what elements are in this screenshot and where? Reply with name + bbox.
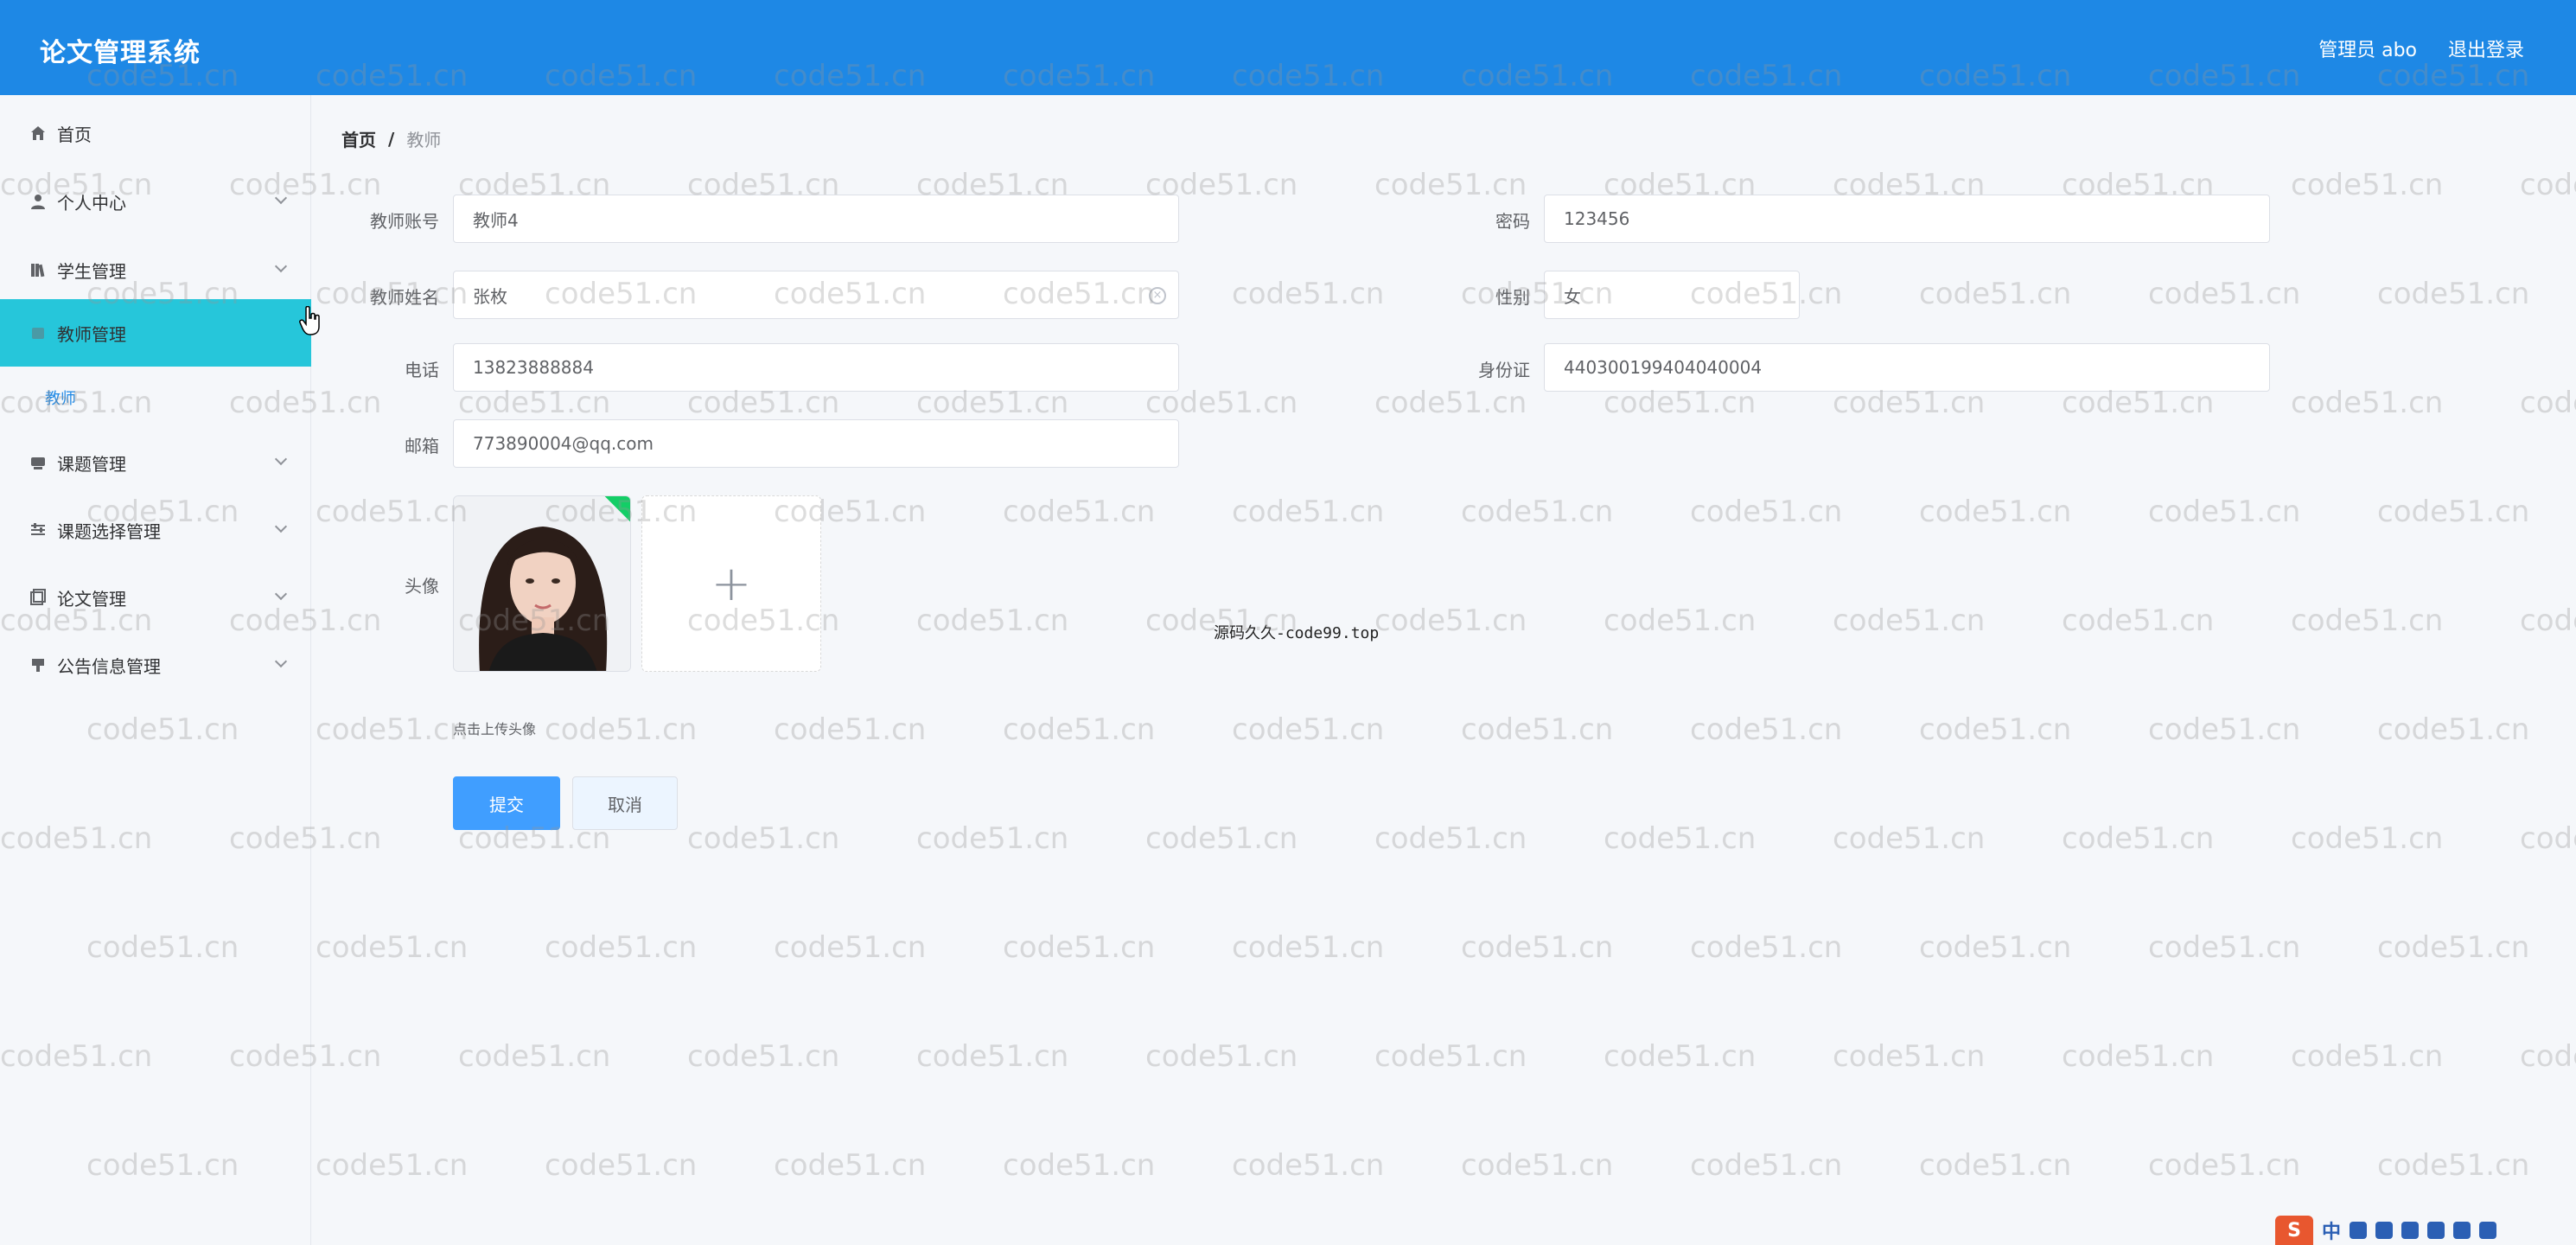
sidebar-item-notices[interactable]: 公告信息管理 [0,631,311,699]
sidebar-item-label: 教师管理 [57,323,126,345]
id-card-value: 440300199404040004 [1564,357,1763,378]
current-user: 管理员 abo [2318,40,2417,61]
breadcrumb-home[interactable]: 首页 [341,126,376,151]
chevron-down-icon [274,259,288,273]
account-input[interactable]: 教师4 [453,195,1179,243]
plus-icon: + [711,555,752,612]
sidebar-item-papers[interactable]: 论文管理 [0,564,311,631]
teacher-icon [29,324,47,342]
chevron-down-icon [274,520,288,533]
id-card-label: 身份证 [1478,360,1530,380]
topic-icon [29,454,47,471]
paper-icon [29,589,47,606]
name-label: 教师姓名 [370,287,439,308]
avatar-upload-button[interactable]: + [641,495,821,672]
sidebar-item-label: 课题选择管理 [57,520,161,542]
gender-label: 性别 [1495,287,1530,308]
account-label: 教师账号 [370,211,439,232]
notice-icon [29,656,47,674]
ime-emoji-icon[interactable] [2375,1222,2394,1239]
home-icon [29,124,47,142]
ime-toolbar: S 中 [2272,1216,2576,1245]
chevron-down-icon [274,587,288,601]
app-title: 论文管理系统 [40,38,201,68]
sidebar-menu: 首页 个人中心 学生管理 教师管理 教师 课题管理 课题选择管理 论文管理 公告… [0,95,311,1245]
avatar-label: 头像 [405,576,439,597]
ime-settings-icon[interactable] [2479,1222,2497,1239]
gender-value: 女 [1564,285,1581,307]
ime-punctuation-icon[interactable] [2350,1222,2368,1239]
sidebar-item-teachers[interactable]: 教师管理 [0,299,311,367]
gender-select[interactable]: 女 [1544,271,1800,319]
sidebar-subitem-teacher[interactable]: 教师 [45,386,76,409]
ime-keyboard-icon[interactable] [2427,1222,2445,1239]
breadcrumb: 首页 / 教师 [341,126,441,151]
id-card-input[interactable]: 440300199404040004 [1544,343,2270,392]
password-label: 密码 [1495,211,1530,232]
clear-icon[interactable]: × [1149,287,1166,304]
submit-button[interactable]: 提交 [453,776,560,830]
sidebar-item-label: 课题管理 [57,453,126,475]
user-icon [29,193,47,210]
chevron-down-icon [274,654,288,668]
phone-input[interactable]: 13823888884 [453,343,1179,392]
ime-language[interactable]: 中 [2322,1216,2341,1244]
upload-tip: 点击上传头像 [453,721,537,737]
email-label: 邮箱 [405,436,439,456]
account-value: 教师4 [473,209,519,231]
breadcrumb-current: 教师 [406,130,442,150]
sidebar-item-label: 首页 [57,124,92,145]
ime-skin-icon[interactable] [2453,1222,2471,1239]
sidebar-item-home[interactable]: 首页 [0,99,311,167]
password-input[interactable]: 123456 [1544,195,2270,243]
sidebar-item-label: 个人中心 [57,192,126,214]
sidebar-item-profile[interactable]: 个人中心 [0,168,311,235]
books-icon [29,261,47,278]
sidebar-item-label: 学生管理 [57,260,126,282]
phone-label: 电话 [405,360,439,380]
email-value: 773890004@qq.com [473,433,654,454]
logout-link[interactable]: 退出登录 [2448,35,2524,62]
top-header: 论文管理系统 管理员 abo 退出登录 [0,0,2576,95]
source-tag: 源码久久-code99.top [1214,624,1380,642]
sidebar-item-students[interactable]: 学生管理 [0,236,311,303]
sliders-icon [29,521,47,539]
password-value: 123456 [1564,208,1630,229]
sidebar-item-topic-selection[interactable]: 课题选择管理 [0,496,311,564]
cancel-button[interactable]: 取消 [572,776,678,830]
avatar-preview[interactable] [453,495,631,672]
mouse-cursor-icon [299,305,322,339]
avatar-image [454,496,630,671]
name-value: 张枚 [473,285,507,307]
ime-logo-icon[interactable]: S [2275,1216,2313,1245]
breadcrumb-separator: / [388,128,395,150]
email-input[interactable]: 773890004@qq.com [453,419,1179,468]
sidebar-item-label: 论文管理 [57,588,126,610]
name-input[interactable]: 张枚 × [453,271,1179,319]
sidebar-item-topics[interactable]: 课题管理 [0,429,311,496]
sidebar-item-label: 公告信息管理 [57,655,161,677]
chevron-down-icon [274,191,288,205]
ime-mic-icon[interactable] [2401,1222,2420,1239]
chevron-down-icon [274,452,288,466]
phone-value: 13823888884 [473,357,594,378]
